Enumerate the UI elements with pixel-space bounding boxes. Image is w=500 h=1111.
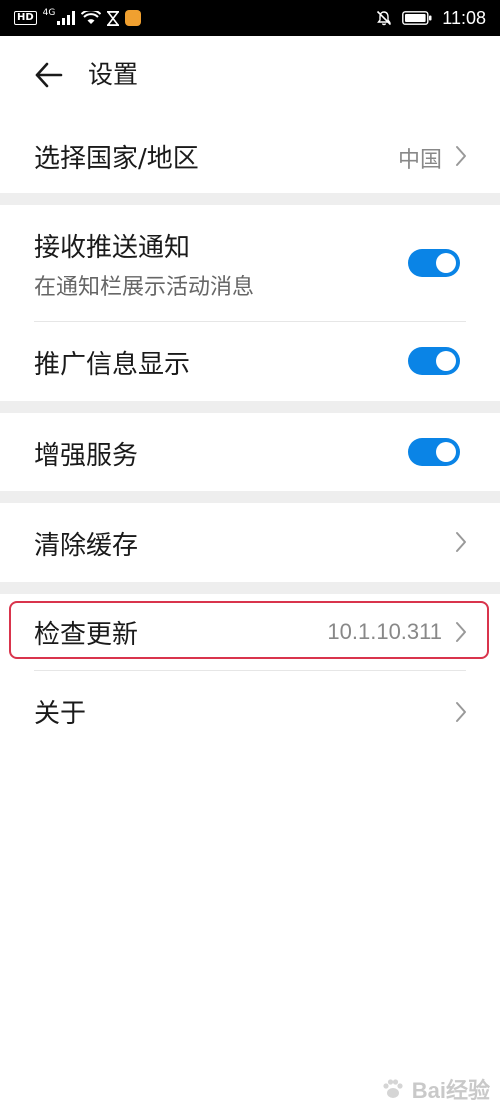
promo-row: 推广信息显示: [0, 322, 500, 401]
arrow-left-icon[interactable]: [34, 60, 64, 90]
status-bar: HD 4G 11:08: [0, 0, 500, 36]
mute-icon: [377, 10, 392, 26]
push-label: 接收推送通知: [34, 233, 191, 263]
push-toggle[interactable]: [408, 249, 460, 277]
enhanced-toggle[interactable]: [408, 438, 460, 466]
paw-icon: [383, 1079, 403, 1098]
chevron-right-icon: [456, 146, 466, 166]
network-type: 4G: [42, 8, 56, 18]
toggle-knob: [436, 253, 456, 273]
status-time: 11:08: [442, 8, 486, 28]
page-title: 设置: [88, 60, 139, 89]
wifi-icon: [81, 11, 102, 24]
highlight-box: [9, 601, 489, 659]
status-left: HD 4G: [14, 0, 142, 36]
battery-icon: [402, 11, 432, 25]
chevron-right-icon: [456, 702, 466, 722]
clear-cache-row[interactable]: 清除缓存: [0, 503, 500, 582]
about-label: 关于: [34, 699, 87, 729]
status-right: 11:08: [376, 0, 486, 36]
region-value: 中国: [397, 147, 442, 172]
hourglass-icon: [107, 10, 120, 26]
section-gap: [0, 401, 500, 413]
section-gap: [0, 193, 500, 205]
app-notification-icon: [125, 10, 142, 26]
promo-toggle[interactable]: [408, 347, 460, 375]
enhanced-service-row: 增强服务: [0, 413, 500, 491]
push-notification-row: 接收推送通知 在通知栏展示活动消息: [0, 205, 500, 321]
app-header: 设置: [0, 36, 500, 116]
cache-label: 清除缓存: [34, 531, 139, 561]
push-subtitle: 在通知栏展示活动消息: [34, 275, 255, 300]
promo-label: 推广信息显示: [34, 350, 191, 380]
region-row[interactable]: 选择国家/地区 中国: [0, 120, 500, 192]
toggle-knob: [436, 351, 456, 371]
region-label: 选择国家/地区: [34, 144, 199, 174]
hd-icon: HD: [14, 11, 37, 25]
section-gap: [0, 491, 500, 503]
about-row[interactable]: 关于: [0, 671, 500, 755]
watermark-text: Bai经验: [411, 1078, 490, 1103]
enhanced-label: 增强服务: [34, 441, 139, 471]
watermark: Bai经验: [380, 1073, 490, 1105]
signal-icon: [57, 11, 76, 25]
section-gap: [0, 582, 500, 594]
chevron-right-icon: [456, 532, 466, 552]
toggle-knob: [436, 442, 456, 462]
